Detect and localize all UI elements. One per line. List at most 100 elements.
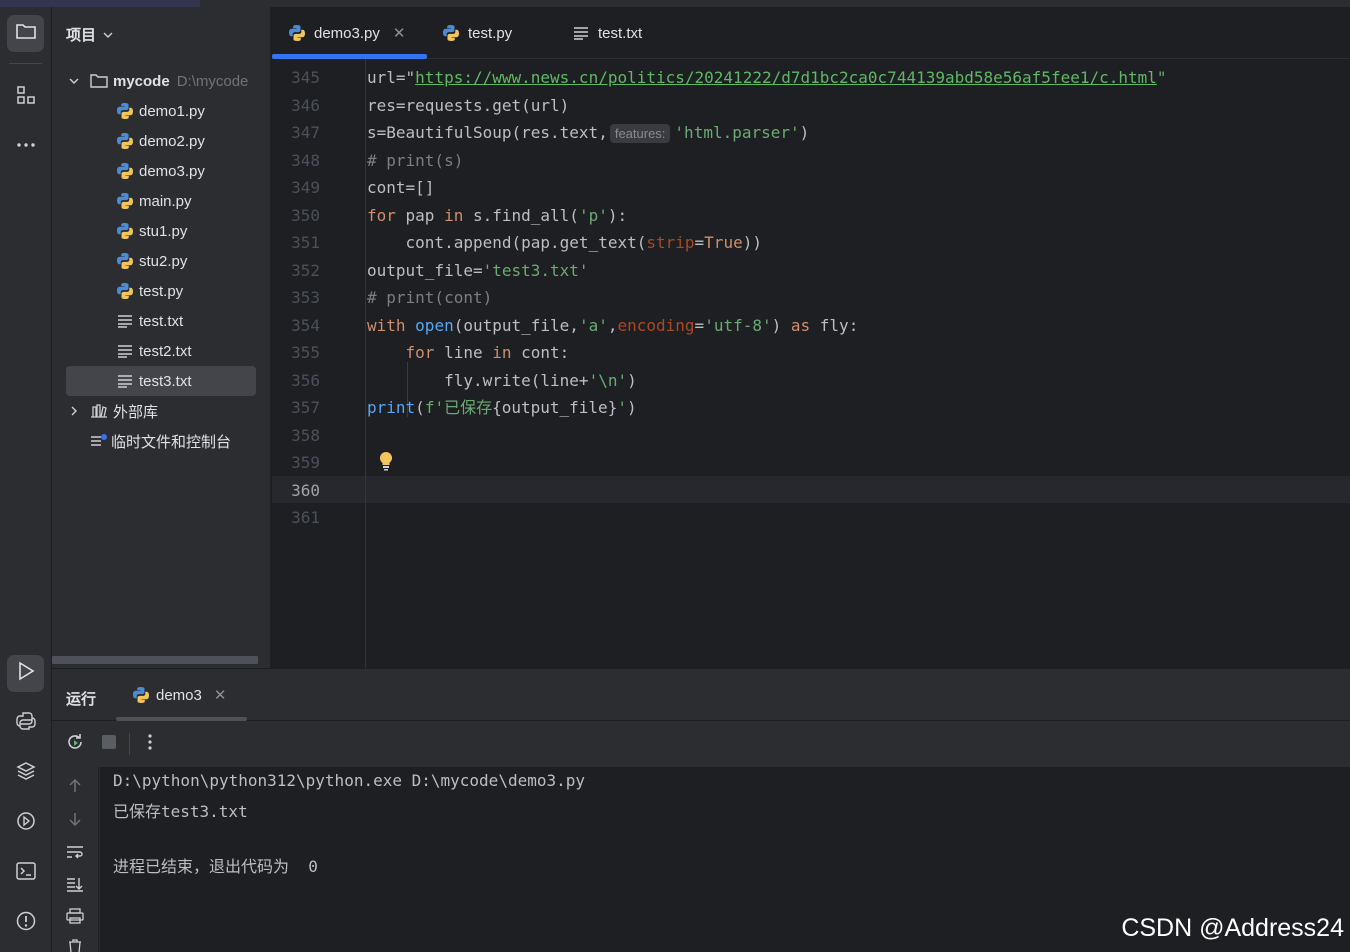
line-number: 345 [291, 68, 320, 87]
layers-icon [15, 760, 37, 787]
tab-test-py[interactable]: test.py [442, 7, 512, 59]
console-line: 进程已结束，退出代码为 0 [113, 857, 318, 876]
run-tab-bar: 运行 demo3 ✕ [52, 669, 1350, 721]
soft-wrap-button[interactable] [64, 843, 86, 865]
python-file-icon [116, 222, 134, 240]
tree-file-item[interactable]: test2.txt [116, 336, 192, 366]
services-button[interactable] [7, 805, 44, 842]
tree-file-item[interactable]: demo1.py [116, 96, 205, 126]
python-file-icon [116, 192, 134, 210]
tree-file-item[interactable]: main.py [116, 186, 192, 216]
file-name: test3.txt [139, 372, 192, 390]
python-file-icon [132, 686, 150, 704]
run-toolbar [52, 721, 1350, 767]
problems-icon [15, 910, 37, 937]
code-line-349: cont=[] [367, 178, 435, 197]
project-tool-button[interactable] [7, 15, 44, 52]
tree-file-item[interactable]: test3.txt [66, 366, 256, 396]
more-horizontal-icon [15, 134, 37, 161]
tab-demo3-py[interactable]: demo3.py ✕ [288, 7, 405, 59]
tree-file-item[interactable]: demo3.py [116, 156, 205, 186]
python-file-icon [116, 102, 134, 120]
tree-scratches[interactable]: 临时文件和控制台 [90, 426, 231, 456]
more-tools-button[interactable] [7, 129, 44, 166]
clear-all-button[interactable] [64, 937, 86, 952]
terminal-icon [15, 860, 37, 887]
chevron-right-icon[interactable] [66, 403, 82, 419]
tree-root-mycode[interactable]: mycode D:\mycode [66, 66, 248, 96]
close-icon[interactable]: ✕ [214, 686, 227, 704]
python-file-icon [288, 24, 306, 42]
line-number: 357 [291, 398, 320, 417]
trash-icon [67, 938, 83, 952]
file-name: stu1.py [139, 222, 188, 240]
soft-wrap-icon [66, 844, 84, 865]
run-tab-demo3[interactable]: demo3 ✕ [132, 669, 226, 721]
rerun-button[interactable] [64, 733, 86, 755]
console-line: 已保存test3.txt [113, 802, 248, 821]
project-panel: 项目 mycode D:\mycode demo1.py demo2.py demo… [52, 7, 271, 668]
more-vertical-icon [147, 733, 153, 756]
run-tab-label: demo3 [156, 686, 202, 704]
code-view[interactable]: url="https://www.news.cn/politics/202412… [367, 59, 1350, 668]
tab-label: demo3.py [314, 24, 380, 42]
services-icon [15, 810, 37, 837]
code-line-348: # print(s) [367, 150, 464, 170]
console-line: D:\python\python312\python.exe D:\mycode… [113, 771, 586, 790]
tree-file-item[interactable]: test.txt [116, 306, 183, 336]
python-file-icon [116, 132, 134, 150]
code-line-357: print(f'已保存{output_file}') [367, 398, 637, 417]
terminal-button[interactable] [7, 855, 44, 892]
tree-external-libraries[interactable]: 外部库 [66, 396, 158, 426]
python-packages-button[interactable] [7, 755, 44, 792]
line-number: 346 [291, 95, 320, 115]
line-number: 352 [291, 260, 320, 280]
run-tool-button[interactable] [7, 655, 44, 692]
root-folder-name: mycode [113, 72, 170, 90]
code-line-350: for pap in s.find_all('p'): [367, 205, 628, 225]
structure-icon [15, 84, 37, 111]
file-name: stu2.py [139, 252, 188, 270]
file-name: test.py [139, 282, 184, 300]
line-number: 350 [291, 205, 320, 225]
activity-bar [0, 7, 52, 952]
rerun-icon [65, 732, 85, 757]
chevron-down-icon [103, 32, 113, 38]
print-icon [66, 907, 84, 929]
url-link[interactable]: https://www.news.cn/politics/20241222/d7… [415, 68, 1157, 87]
more-options-button[interactable] [139, 733, 161, 755]
line-number: 348 [291, 150, 320, 170]
tree-file-item[interactable]: stu2.py [116, 246, 187, 276]
python-console-button[interactable] [7, 705, 44, 742]
structure-tool-button[interactable] [7, 79, 44, 116]
tree-file-item[interactable]: demo2.py [116, 126, 205, 156]
python-file-icon [116, 282, 134, 300]
parameter-hint: features: [609, 124, 671, 143]
problems-button[interactable] [7, 905, 44, 942]
code-line-356: fly.write(line+'\n') [444, 370, 637, 390]
line-number: 359 [291, 453, 320, 472]
tree-file-item[interactable]: stu1.py [116, 216, 187, 246]
line-number: 353 [291, 288, 320, 307]
tab-label: test.txt [598, 24, 643, 42]
scroll-down-button[interactable] [64, 810, 86, 832]
horizontal-scrollbar[interactable] [52, 656, 258, 664]
run-panel-title: 运行 [66, 691, 97, 708]
code-line-347: s=BeautifulSoup(res.text, features:'html.… [367, 123, 810, 143]
close-icon[interactable]: ✕ [393, 24, 406, 42]
text-file-icon [116, 312, 134, 330]
stop-button[interactable] [98, 733, 120, 755]
folder-icon [90, 72, 108, 90]
lightbulb-icon[interactable] [377, 451, 395, 475]
tab-test-txt[interactable]: test.txt [572, 7, 642, 59]
run-side-toolbar [52, 767, 99, 952]
run-icon [15, 660, 37, 687]
tree-file-item[interactable]: test.py [116, 276, 183, 306]
project-panel-header[interactable]: 项目 [66, 24, 114, 45]
scroll-to-end-button[interactable] [64, 875, 86, 897]
folder-icon [15, 20, 37, 47]
chevron-down-icon[interactable] [66, 73, 82, 89]
print-button[interactable] [64, 907, 86, 929]
code-line-355: for line in cont: [405, 343, 570, 362]
scroll-up-button[interactable] [64, 777, 86, 799]
